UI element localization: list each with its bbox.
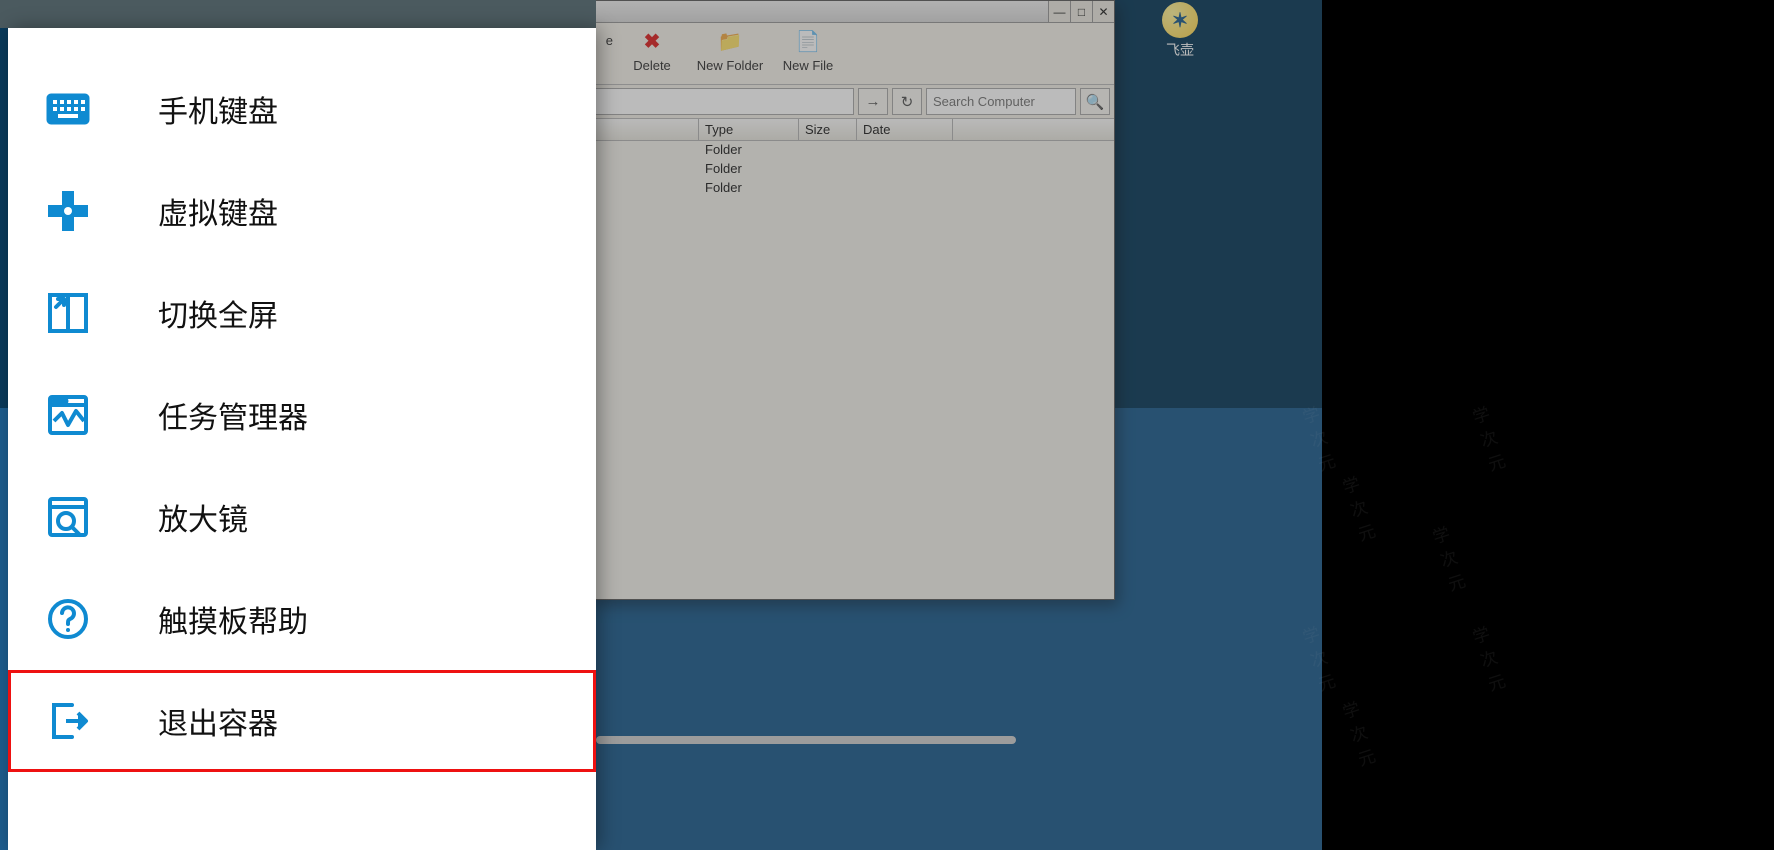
toolbar-label: New Folder xyxy=(691,58,769,73)
window-minimize-button[interactable]: — xyxy=(1048,1,1070,22)
folder-icon: 📁 xyxy=(718,31,743,53)
column-size[interactable]: Size xyxy=(799,119,857,140)
watermark: 学次元 xyxy=(1299,619,1338,696)
address-bar: → ↻ 🔍 xyxy=(591,85,1114,119)
toolbar-label: Delete xyxy=(613,58,691,73)
window-maximize-button[interactable]: □ xyxy=(1070,1,1092,22)
desktop-shortcut-label: 飞壶 xyxy=(1150,40,1210,60)
desktop-shortcut-feihu[interactable]: ✶ 飞壶 xyxy=(1150,2,1210,60)
magnifier-icon xyxy=(38,487,98,547)
watermark: 学次元 xyxy=(1469,399,1508,476)
menu-item-touchpad-help[interactable]: 触摸板帮助 xyxy=(8,568,596,670)
exit-icon xyxy=(38,691,98,751)
menu-item-virtual-keyboard[interactable]: 虚拟键盘 xyxy=(8,160,596,262)
file-toolbar: e ✖ Delete 📁 New Folder 📄 New File xyxy=(591,23,1114,85)
menu-item-label: 切换全屏 xyxy=(158,291,278,335)
menu-item-label: 任务管理器 xyxy=(158,393,308,437)
file-type-cell: Folder xyxy=(699,160,799,179)
task-manager-icon xyxy=(38,385,98,445)
toolbar-button-partial[interactable]: e xyxy=(593,23,613,84)
menu-item-magnifier[interactable]: 放大镜 xyxy=(8,466,596,568)
watermark: 学次元 xyxy=(1299,399,1338,476)
file-type-cell: Folder xyxy=(699,179,799,198)
search-button[interactable]: 🔍 xyxy=(1080,88,1110,115)
menu-item-fullscreen[interactable]: 切换全屏 xyxy=(8,262,596,364)
window-titlebar[interactable]: — □ ✕ xyxy=(591,1,1114,23)
menu-item-label: 放大镜 xyxy=(158,495,248,539)
address-input[interactable] xyxy=(595,88,854,115)
file-manager-window: — □ ✕ e ✖ Delete 📁 New Folder 📄 New File xyxy=(590,0,1115,600)
help-icon xyxy=(38,589,98,649)
file-row[interactable]: Folder xyxy=(591,141,1114,160)
menu-item-exit-container[interactable]: 退出容器 xyxy=(8,670,596,772)
keyboard-icon xyxy=(38,79,98,139)
toolbar-label: e xyxy=(593,33,613,48)
panel-top-strip xyxy=(0,0,596,28)
file-icon: 📄 xyxy=(796,31,821,53)
menu-item-label: 触摸板帮助 xyxy=(158,597,308,641)
column-date[interactable]: Date xyxy=(857,119,953,140)
menu-item-label: 虚拟键盘 xyxy=(158,189,278,233)
go-button[interactable]: → xyxy=(858,88,888,115)
horizontal-scrollbar[interactable] xyxy=(596,736,1016,744)
menu-item-label: 手机键盘 xyxy=(158,87,278,131)
side-menu-panel: 手机键盘 虚拟键盘 切换全屏 任务管理器 xyxy=(8,28,596,850)
file-row[interactable]: Folder xyxy=(591,179,1114,198)
menu-item-phone-keyboard[interactable]: 手机键盘 xyxy=(8,58,596,160)
toolbar-new-file-button[interactable]: 📄 New File xyxy=(769,23,847,84)
toolbar-new-folder-button[interactable]: 📁 New Folder xyxy=(691,23,769,84)
menu-item-label: 退出容器 xyxy=(158,699,278,743)
toolbar-label: New File xyxy=(769,58,847,73)
search-input[interactable] xyxy=(926,88,1076,115)
file-type-cell: Folder xyxy=(699,141,799,160)
fullscreen-icon xyxy=(38,283,98,343)
watermark: 学次元 xyxy=(1339,694,1378,771)
watermark: 学次元 xyxy=(1469,619,1508,696)
file-row[interactable]: Folder xyxy=(591,160,1114,179)
column-headers: Type Size Date xyxy=(591,119,1114,141)
app-icon: ✶ xyxy=(1162,2,1198,38)
column-spacer xyxy=(953,119,1114,140)
watermark: 学次元 xyxy=(1339,469,1378,546)
column-beforetype[interactable] xyxy=(591,119,699,140)
menu-item-task-manager[interactable]: 任务管理器 xyxy=(8,364,596,466)
dpad-icon xyxy=(38,181,98,241)
window-close-button[interactable]: ✕ xyxy=(1092,1,1114,22)
file-list[interactable]: Folder Folder Folder xyxy=(591,141,1114,599)
toolbar-delete-button[interactable]: ✖ Delete xyxy=(613,23,691,84)
watermark: 学次元 xyxy=(1429,519,1468,596)
column-type[interactable]: Type xyxy=(699,119,799,140)
reload-button[interactable]: ↻ xyxy=(892,88,922,115)
delete-x-icon: ✖ xyxy=(644,31,661,53)
